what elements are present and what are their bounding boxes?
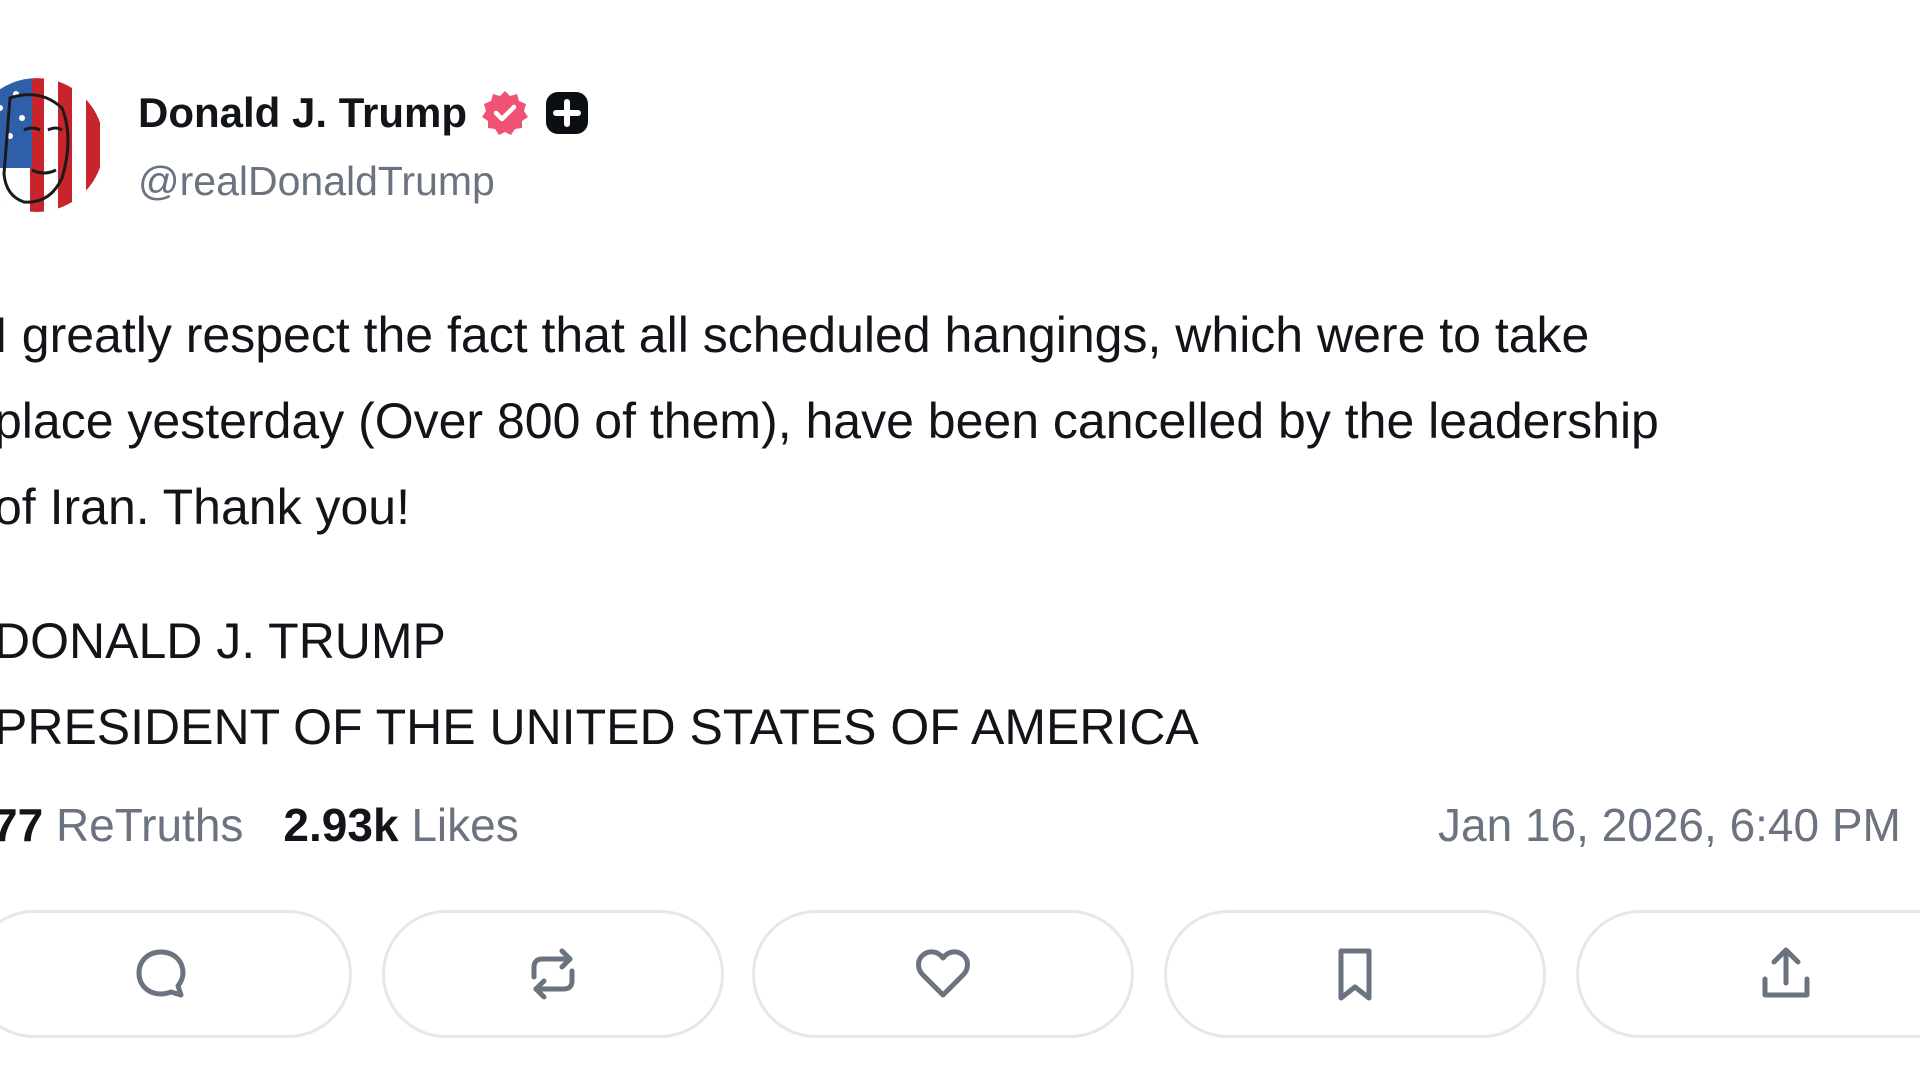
truth-social-post: Donald J. Trump @realDonaldTrump I great… (0, 0, 1920, 1080)
post-timestamp[interactable]: Jan 16, 2026, 6:40 PM (1438, 795, 1901, 855)
verified-badge-icon (481, 89, 529, 137)
retruths-stat[interactable]: 77 ReTruths (0, 798, 243, 852)
author-display-name[interactable]: Donald J. Trump (138, 89, 467, 137)
author-handle[interactable]: @realDonaldTrump (138, 158, 495, 205)
author-avatar[interactable] (0, 78, 104, 212)
plus-subscriber-icon (543, 89, 591, 137)
post-text-line: place yesterday (Over 800 of them), have… (0, 393, 1659, 449)
reply-icon (136, 949, 186, 998)
bookmark-button[interactable] (1164, 910, 1546, 1038)
retruth-icon (531, 948, 575, 1000)
post-stats: 77 ReTruths 2.93k Likes (0, 795, 559, 855)
share-icon (1762, 947, 1810, 998)
like-button[interactable] (752, 910, 1134, 1038)
share-button[interactable] (1576, 910, 1920, 1038)
likes-label: Likes (411, 799, 519, 851)
post-text-line: of Iran. Thank you! (0, 479, 410, 535)
likes-count: 2.93k (283, 799, 399, 851)
post-text-line: I greatly respect the fact that all sche… (0, 307, 1590, 363)
signature-line: PRESIDENT OF THE UNITED STATES OF AMERIC… (0, 699, 1199, 755)
reply-button[interactable] (0, 910, 352, 1038)
retruths-count: 77 (0, 799, 44, 851)
author-name-row: Donald J. Trump (138, 88, 591, 138)
signature-line: DONALD J. TRUMP (0, 613, 446, 669)
post-body: I greatly respect the fact that all sche… (0, 292, 1920, 770)
heart-icon (916, 949, 970, 998)
avatar-image (0, 78, 104, 212)
retruth-button[interactable] (382, 910, 724, 1038)
likes-stat[interactable]: 2.93k Likes (283, 798, 518, 852)
bookmark-icon (1338, 948, 1372, 1001)
retruths-label: ReTruths (55, 799, 244, 851)
